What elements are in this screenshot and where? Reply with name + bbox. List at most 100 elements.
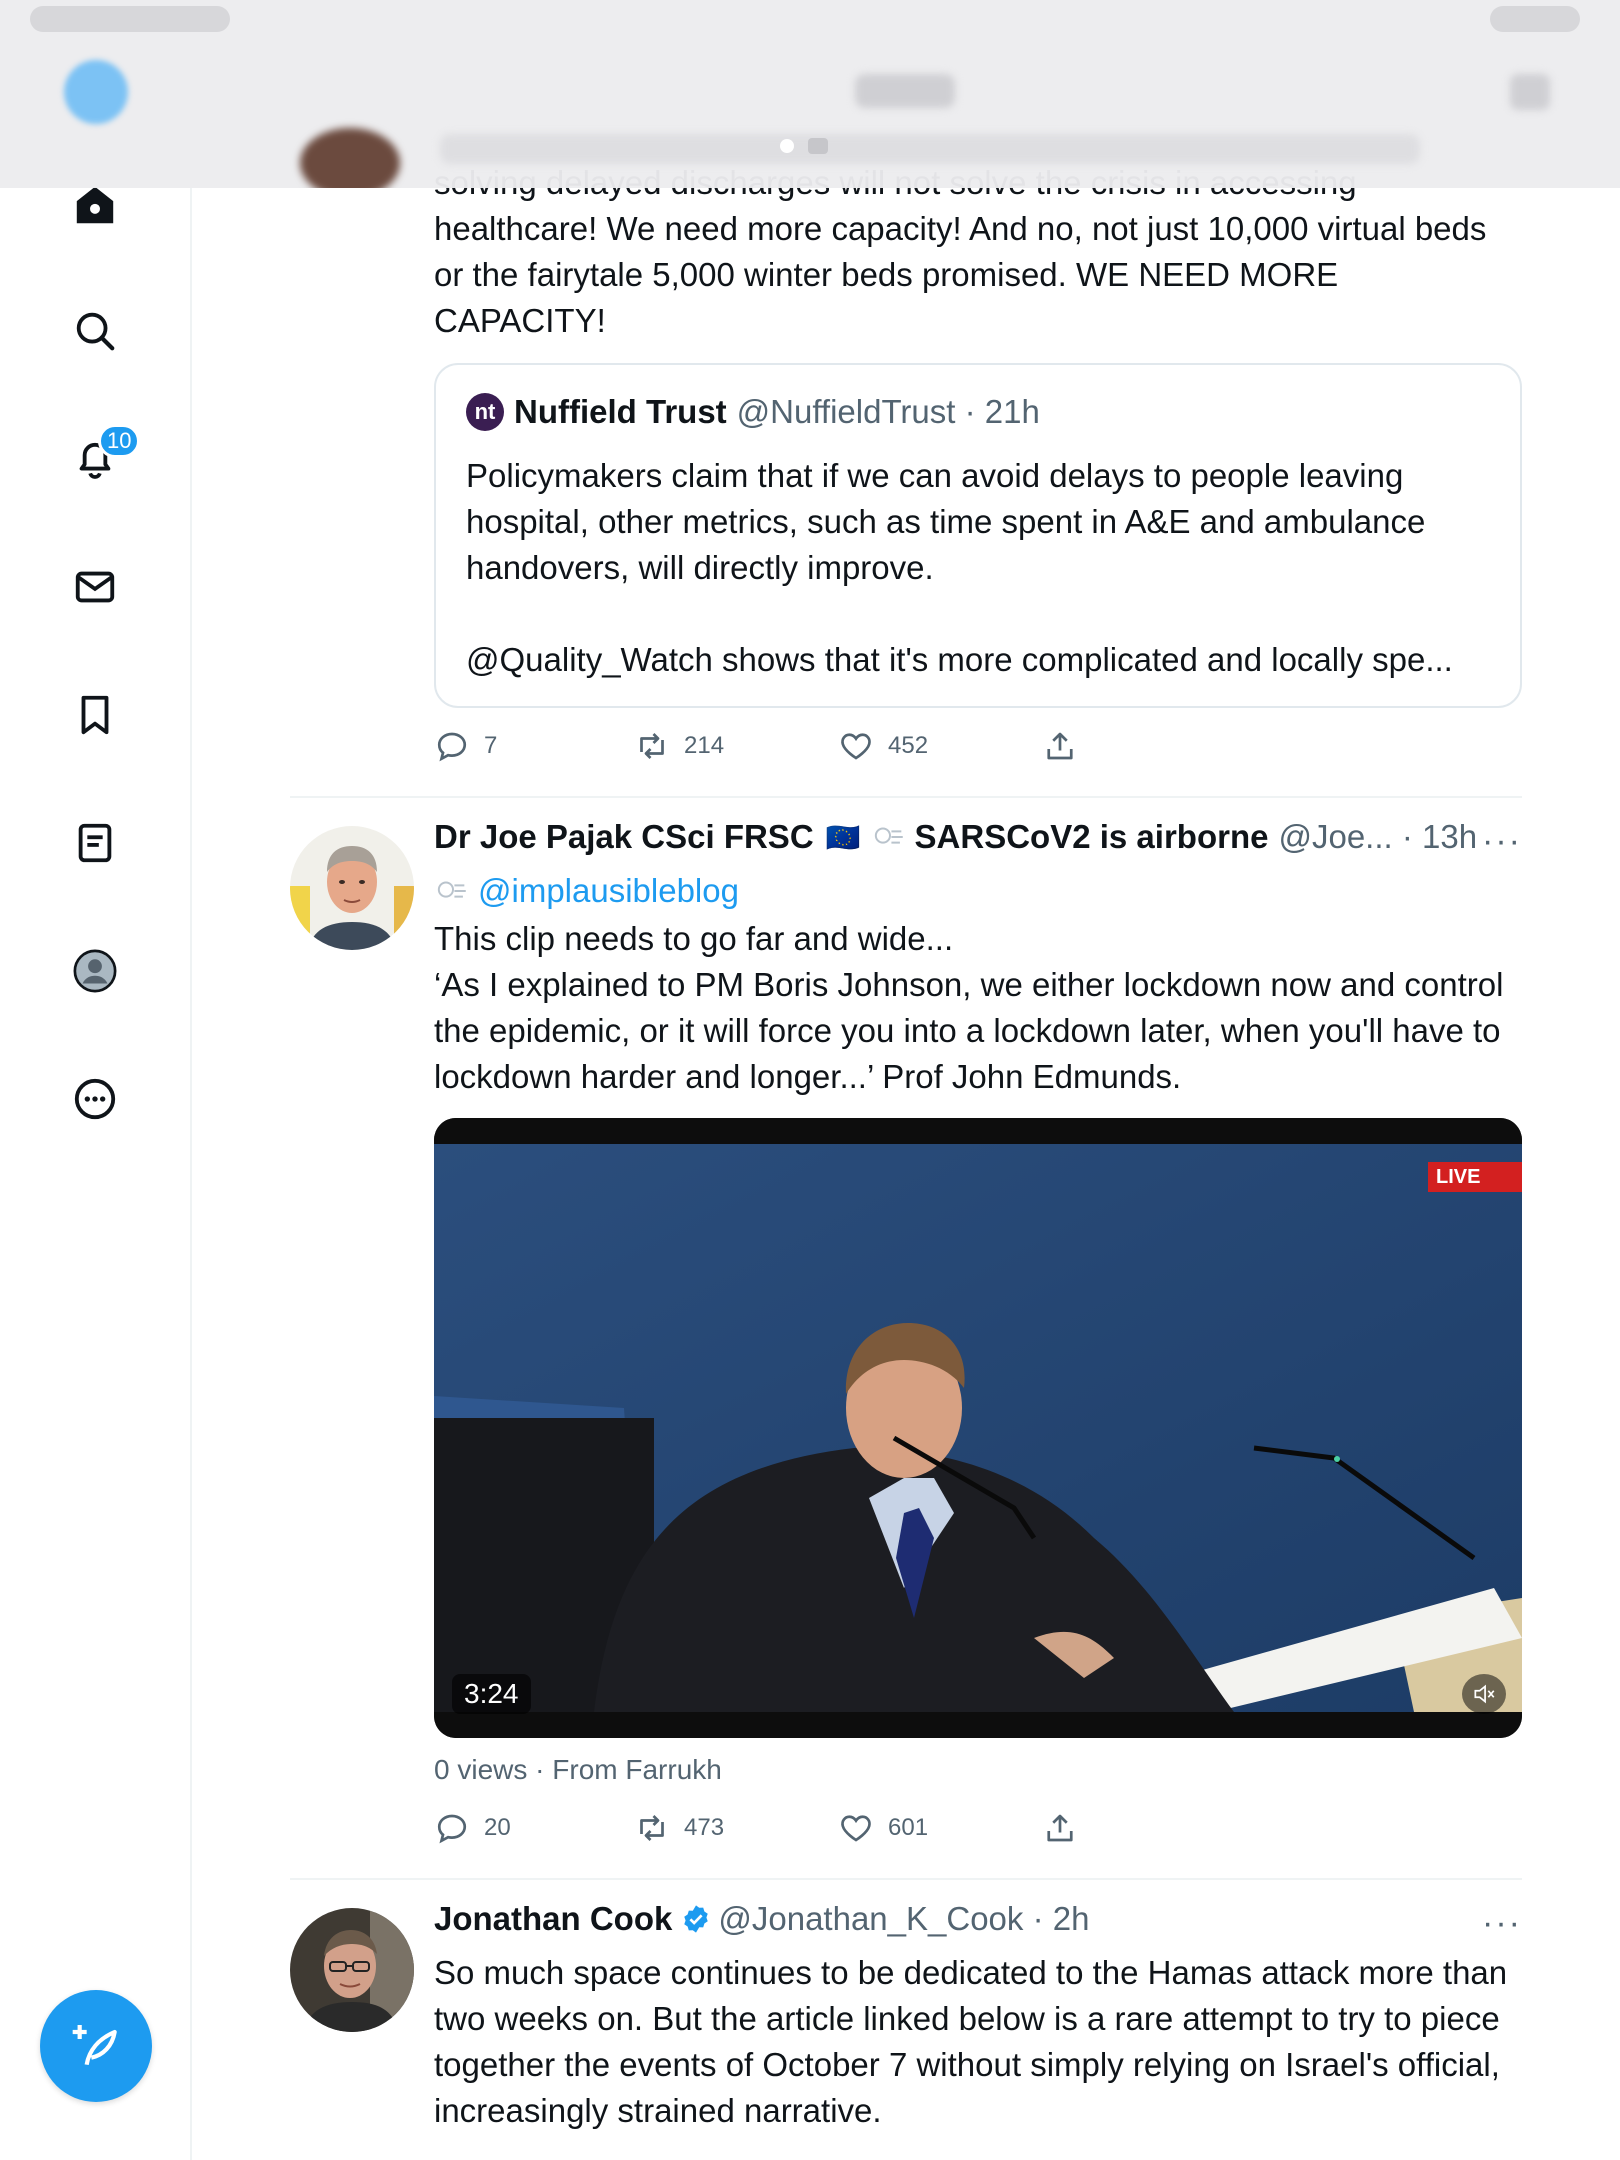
- speaker-muted-icon: [1474, 1684, 1495, 1704]
- nav-messages[interactable]: [62, 554, 128, 620]
- quoted-author-name: Nuffield Trust: [514, 393, 727, 430]
- nuffield-trust-logo: nt: [466, 393, 504, 431]
- tweet-1-text: healthcare! We need more capacity! And n…: [434, 210, 1487, 339]
- share-icon: [1047, 732, 1073, 760]
- avatar-jonathan-cook[interactable]: [290, 1908, 414, 2032]
- share-button[interactable]: [1042, 728, 1092, 764]
- like-count: 452: [888, 732, 929, 759]
- share-button[interactable]: [1042, 1810, 1092, 1846]
- quoted-author-handle: @NuffieldTrust: [736, 393, 956, 430]
- status-bar-right: [1490, 6, 1580, 32]
- nav-profile[interactable]: [62, 938, 128, 1004]
- quoted-tweet-paragraph-1: Policymakers claim that if we can avoid …: [466, 457, 1426, 586]
- retweet-icon: [640, 1815, 664, 1841]
- quoted-tweet-time: 21h: [984, 393, 1040, 430]
- heart-icon: [841, 733, 871, 760]
- quoted-tweet-body: Policymakers claim that if we can avoid …: [466, 453, 1496, 683]
- retweet-count: 214: [684, 732, 725, 759]
- dot-separator: ·: [535, 1754, 553, 1785]
- dot-separator: ·: [955, 393, 985, 430]
- heart-icon: [841, 1815, 871, 1842]
- tweet-divider: [290, 796, 1522, 798]
- retweet-button[interactable]: 214: [634, 728, 838, 764]
- quoted-tweet-paragraph-2: @Quality_Watch shows that it's more comp…: [466, 641, 1453, 678]
- avatar-joe-pajak[interactable]: [290, 826, 414, 950]
- retweet-icon: [640, 733, 664, 759]
- list-icon: [78, 823, 112, 863]
- quoted-tweet-card[interactable]: nt Nuffield Trust @NuffieldTrust · 21h P…: [434, 363, 1522, 708]
- video-source[interactable]: From Farrukh: [552, 1754, 722, 1785]
- author-handle: @Jonathan_K_Cook: [718, 1900, 1024, 1937]
- video-player[interactable]: LIVE 3:24: [434, 1118, 1522, 1738]
- header-title: [855, 74, 955, 108]
- camera-icon: [808, 138, 828, 154]
- like-button[interactable]: 601: [838, 1810, 1042, 1846]
- verified-badge-icon: [684, 1905, 709, 1933]
- dot-separator: ·: [1392, 818, 1423, 855]
- nav-explore[interactable]: [62, 298, 128, 364]
- avatar-image: [290, 826, 414, 950]
- author-name[interactable]: Dr Joe Pajak CSci FRSC: [434, 818, 814, 856]
- more-circle-icon: [74, 1078, 116, 1120]
- tweet-time: 2h: [1052, 1900, 1090, 1937]
- side-navigation: 10: [0, 0, 192, 2160]
- tweet-1-header-blurred: [440, 134, 1420, 164]
- profile-avatar-icon: [73, 949, 117, 993]
- dot-separator: ·: [1023, 1900, 1053, 1937]
- reply-icon: [437, 1814, 467, 1844]
- tweet-2-line-2: ‘As I explained to PM Boris Johnson, we …: [434, 966, 1504, 1095]
- mute-button[interactable]: [1462, 1674, 1506, 1714]
- tweet-3-author-row: Jonathan Cook @Jonathan_K_Cook · 2h: [434, 1900, 1089, 1938]
- status-bar-left: [30, 6, 230, 32]
- video-frame: [434, 1118, 1522, 1738]
- author-handle: @Joe...: [1278, 818, 1393, 855]
- author-name-suffix: SARSCoV2 is airborne: [914, 818, 1269, 855]
- reply-count: 7: [484, 732, 498, 759]
- video-views: 0 views · From Farrukh: [434, 1754, 722, 1786]
- retweet-button[interactable]: 473: [634, 1810, 838, 1846]
- compose-tweet-button[interactable]: [40, 1990, 152, 2102]
- tweet-2-mention-line: @implausibleblog: [434, 868, 1534, 914]
- page-dot-active: [780, 139, 794, 153]
- retweet-count: 473: [684, 1814, 725, 1841]
- wind-face-icon: [437, 881, 466, 898]
- mail-icon: [75, 571, 115, 603]
- views-count: 0 views: [434, 1754, 528, 1785]
- home-icon: [76, 186, 114, 224]
- nav-bookmarks[interactable]: [62, 682, 128, 748]
- reply-count: 20: [484, 1814, 511, 1841]
- like-count: 601: [888, 1814, 929, 1841]
- avatar-image: [290, 1908, 414, 2032]
- wind-face-icon: [874, 827, 903, 844]
- nav-lists[interactable]: [62, 810, 128, 876]
- author-name[interactable]: Jonathan Cook: [434, 1900, 672, 1938]
- tweet-2-line-1: This clip needs to go far and wide...: [434, 920, 954, 957]
- notifications-badge: 10: [98, 424, 141, 458]
- eu-flag-emoji: 🇪🇺: [825, 821, 861, 853]
- more-options-icon[interactable]: ···: [1482, 1904, 1522, 1943]
- share-icon: [1047, 1814, 1073, 1842]
- top-header: [0, 0, 1620, 188]
- live-label: LIVE: [1428, 1162, 1522, 1192]
- tweet-time: 13h: [1422, 818, 1478, 855]
- reply-icon: [437, 732, 467, 762]
- reply-button[interactable]: 20: [434, 1810, 634, 1846]
- mention-link[interactable]: @implausibleblog: [478, 868, 739, 914]
- feather-plus-icon: [72, 2025, 117, 2066]
- search-icon: [76, 312, 115, 351]
- tweet-2-author-row: Dr Joe Pajak CSci FRSC 🇪🇺 SARSCoV2 is ai…: [434, 818, 1477, 856]
- tweet-3-text: So much space continues to be dedicated …: [434, 1954, 1508, 2129]
- bookmark-icon: [81, 695, 109, 735]
- tweet-2-actions: 20 473 601: [434, 1810, 1092, 1846]
- page-indicator: [780, 138, 828, 154]
- header-action-icon[interactable]: [1510, 74, 1550, 110]
- video-duration: 3:24: [452, 1674, 531, 1714]
- like-button[interactable]: 452: [838, 728, 1042, 764]
- nav-notifications[interactable]: 10: [62, 424, 141, 492]
- more-options-icon[interactable]: ···: [1482, 822, 1522, 861]
- twitter-logo-icon[interactable]: [64, 60, 128, 124]
- reply-button[interactable]: 7: [434, 728, 634, 764]
- timeline-feed: solving delayed discharges will not solv…: [290, 0, 1522, 2160]
- nav-more[interactable]: [62, 1066, 128, 1132]
- tweet-divider: [290, 1878, 1522, 1880]
